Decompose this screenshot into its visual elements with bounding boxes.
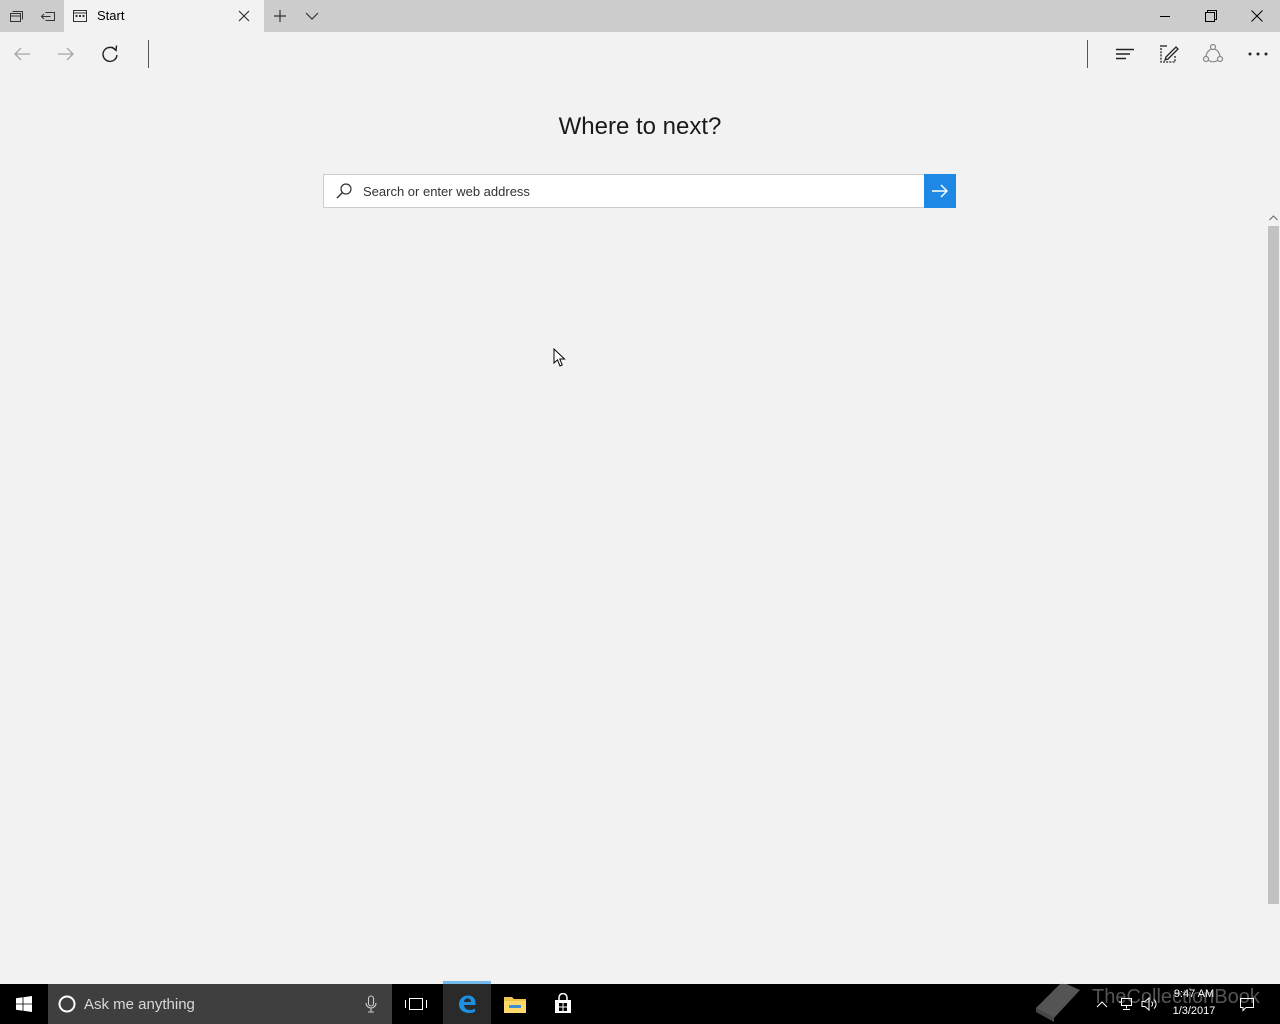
share-icon	[1202, 43, 1224, 63]
new-tab-icon	[274, 10, 286, 22]
chevron-down-icon	[305, 12, 319, 20]
forward-button[interactable]	[44, 32, 88, 76]
clock-time: 9:47 AM	[1173, 988, 1215, 1000]
web-note-button[interactable]	[1147, 32, 1191, 76]
taskbar-clock[interactable]: 9:47 AM 1/3/2017	[1164, 986, 1224, 1020]
back-button[interactable]	[0, 32, 44, 76]
forward-icon	[58, 47, 74, 61]
search-box[interactable]	[323, 174, 926, 208]
close-icon	[238, 10, 250, 22]
task-view-button[interactable]	[392, 984, 440, 1024]
cortana-search-text: Ask me anything	[84, 996, 195, 1013]
start-button[interactable]	[0, 984, 48, 1024]
page-heading: Where to next?	[558, 113, 722, 140]
chevron-up-icon	[1269, 215, 1278, 221]
browser-toolbar	[0, 32, 1280, 76]
address-separator	[148, 40, 149, 68]
restore-icon	[1205, 10, 1217, 22]
window-close-icon	[1251, 10, 1263, 22]
set-aside-tabs-button[interactable]	[32, 0, 64, 32]
cortana-circle-icon	[58, 995, 76, 1013]
microphone-icon[interactable]	[365, 995, 377, 1013]
share-button[interactable]	[1191, 32, 1235, 76]
go-arrow-icon	[932, 184, 948, 198]
edge-icon	[459, 995, 476, 1013]
page-scrollbar[interactable]	[1267, 212, 1280, 984]
tab-title: Start	[97, 8, 125, 23]
back-icon	[14, 47, 30, 61]
tabs-aside-button[interactable]	[0, 0, 32, 32]
hub-button[interactable]	[1103, 32, 1147, 76]
edge-active-indicator	[443, 981, 491, 984]
windows-start-icon	[16, 996, 32, 1012]
title-bar: Start	[0, 0, 1280, 32]
cortana-search-box[interactable]: Ask me anything	[48, 984, 392, 1024]
store-taskbar-button[interactable]	[539, 984, 587, 1024]
close-window-button[interactable]	[1234, 0, 1280, 32]
store-icon	[555, 993, 571, 1013]
set-aside-tabs-icon	[40, 12, 55, 21]
tab-start[interactable]: Start	[64, 0, 264, 32]
minimize-icon	[1160, 16, 1170, 17]
toolbar-separator	[1087, 40, 1088, 68]
action-center-button[interactable]	[1232, 984, 1262, 1024]
search-icon	[336, 183, 352, 199]
tab-page-icon	[73, 10, 87, 22]
more-button[interactable]	[1236, 32, 1280, 76]
restore-button[interactable]	[1188, 0, 1234, 32]
edge-taskbar-button[interactable]	[443, 984, 491, 1024]
task-view-icon	[405, 998, 427, 1010]
search-go-button[interactable]	[924, 174, 956, 208]
scroll-up-button[interactable]	[1267, 212, 1280, 224]
refresh-button[interactable]	[88, 32, 132, 76]
web-note-icon	[1160, 45, 1179, 63]
tabs-aside-icon	[10, 11, 23, 22]
search-input[interactable]	[363, 175, 913, 207]
tab-previews-button[interactable]	[296, 0, 328, 32]
more-icon	[1248, 52, 1268, 56]
book-icon	[1036, 982, 1080, 1022]
scroll-thumb[interactable]	[1268, 226, 1279, 904]
new-tab-button[interactable]	[264, 0, 296, 32]
minimize-button[interactable]	[1142, 0, 1188, 32]
mouse-cursor-icon	[553, 348, 566, 367]
action-center-icon	[1240, 998, 1254, 1012]
refresh-icon	[102, 45, 118, 63]
clock-date: 1/3/2017	[1172, 1005, 1216, 1017]
file-explorer-icon	[504, 997, 526, 1013]
hub-icon	[1116, 48, 1134, 60]
file-explorer-taskbar-button[interactable]	[491, 984, 539, 1024]
close-tab-button[interactable]	[236, 8, 252, 24]
